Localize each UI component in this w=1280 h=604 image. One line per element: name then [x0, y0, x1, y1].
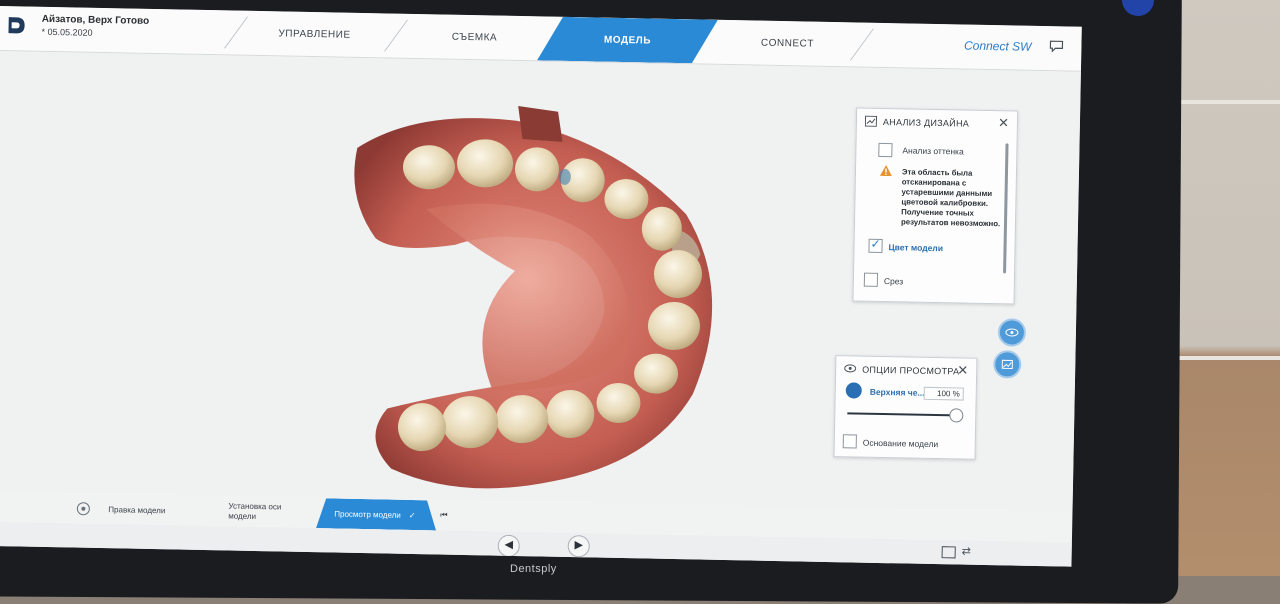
eye-view-button[interactable] — [997, 318, 1027, 347]
dental-model-3d[interactable] — [0, 51, 759, 506]
prev-arrow-icon[interactable]: ◀ — [497, 534, 520, 558]
image-icon — [864, 115, 878, 127]
layer-label: Верхняя че... — [869, 386, 925, 398]
connect-sw-link[interactable]: Connect SW — [964, 39, 1032, 54]
eye-icon — [844, 364, 857, 373]
tab-scan[interactable]: СЪЕМКА — [409, 14, 540, 60]
skip-end-icon[interactable]: ⏮ — [440, 501, 457, 531]
view-options-panel: ОПЦИИ ПРОСМОТРА ✕ Верхняя че... 100 % Ос… — [833, 355, 978, 460]
tab-connect[interactable]: CONNECT — [717, 20, 858, 67]
scan-artifact — [518, 105, 563, 142]
section-label: Срез — [883, 276, 904, 287]
chat-icon[interactable] — [1049, 40, 1064, 53]
model-base-label: Основание модели — [862, 437, 939, 450]
patient-date: * 05.05.2020 — [41, 26, 93, 38]
model-viewport[interactable]: АНАЛИЗ ДИЗАЙНА ✕ Анализ оттенка Эта обла… — [0, 50, 1081, 512]
tab-separator — [383, 19, 409, 52]
section-checkbox[interactable] — [863, 272, 879, 287]
screen-mode-icon[interactable] — [941, 546, 956, 559]
warning-icon — [879, 165, 892, 177]
design-analysis-panel: АНАЛИЗ ДИЗАЙНА ✕ Анализ оттенка Эта обла… — [852, 107, 1019, 305]
next-arrow-icon[interactable]: ▶ — [567, 535, 590, 558]
tab-management[interactable]: УПРАВЛЕНИЕ — [249, 11, 380, 57]
image-icon — [1001, 359, 1013, 370]
step-set-axis[interactable]: Установка оси модели — [228, 496, 309, 528]
model-color-label: Цвет модели — [888, 242, 944, 254]
step-view-model[interactable]: Просмотр модели ✓ — [316, 498, 437, 530]
opacity-slider[interactable] — [847, 412, 956, 417]
model-color-checkbox[interactable] — [868, 238, 883, 253]
settings-icon[interactable] — [68, 493, 99, 524]
calibration-warning: Эта область была отсканирована с устарев… — [900, 167, 1001, 229]
slider-handle[interactable] — [949, 408, 964, 423]
monitor-brand: Dentsply — [510, 563, 557, 575]
tab-separator — [224, 16, 249, 49]
app-screen: Айзатов, Верх Готово * 05.05.2020 УПРАВЛ… — [0, 6, 1082, 567]
app-logo-icon — [8, 17, 25, 34]
close-icon[interactable]: ✕ — [957, 362, 968, 377]
patient-name: Айзатов, Верх Готово — [41, 13, 150, 27]
upper-jaw-icon[interactable] — [845, 382, 862, 399]
tab-model[interactable]: МОДЕЛЬ — [537, 16, 718, 63]
panel-title: ОПЦИИ ПРОСМОТРА — [862, 364, 960, 377]
model-base-checkbox[interactable] — [842, 434, 857, 449]
close-icon[interactable]: ✕ — [998, 115, 1009, 130]
shade-analysis-checkbox[interactable] — [878, 142, 893, 158]
eye-icon — [1005, 328, 1019, 337]
panel-title: АНАЛИЗ ДИЗАЙНА — [882, 116, 970, 129]
opacity-input[interactable]: 100 % — [923, 386, 964, 401]
step-view-model-label: Просмотр модели — [334, 509, 401, 520]
swap-icon[interactable]: ⇄ — [962, 545, 971, 558]
image-view-button[interactable] — [993, 350, 1022, 379]
check-icon: ✓ — [408, 510, 416, 520]
step-edit-model[interactable]: Правка модели — [108, 494, 209, 526]
shade-analysis-label: Анализ оттенка — [902, 145, 964, 157]
